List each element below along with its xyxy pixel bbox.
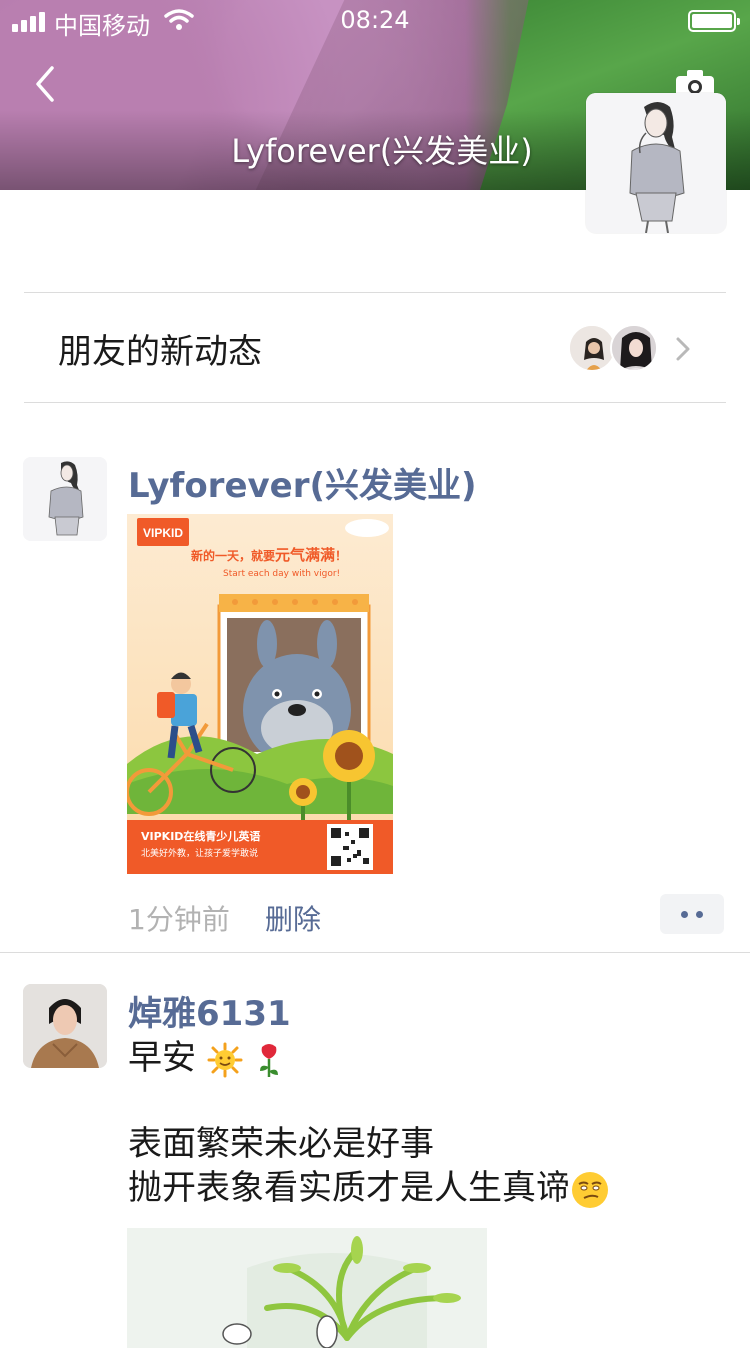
poster-headline-en: Start each day with vigor! [223, 569, 340, 579]
post-1-delete-link[interactable]: 删除 [265, 898, 321, 938]
post-separator [0, 952, 750, 953]
sun-emoji-icon [207, 1042, 243, 1077]
post-1-time: 1分钟前 [128, 903, 230, 936]
clock: 08:24 [340, 6, 410, 34]
status-bar: 中国移动 08:24 [0, 0, 750, 40]
poster-footer-line1: VIPKID在线青少儿英语 [141, 829, 260, 843]
svg-text:新的一天，就要元气满满！: 新的一天，就要元气满满！ [191, 546, 347, 564]
chevron-right-icon [676, 337, 690, 361]
back-chevron-icon[interactable] [30, 62, 60, 106]
friend-avatar-2 [610, 324, 658, 372]
post-2-line1: 早安 [128, 1036, 284, 1080]
friend-updates-label: 朋友的新动态 [58, 332, 262, 372]
poster-headline-end: ！ [335, 549, 347, 563]
post-2-line2: 表面繁荣未必是好事 [128, 1124, 434, 1164]
poster-brand-logo: VIPKID [143, 526, 183, 540]
rose-emoji-icon [259, 1043, 278, 1077]
post-2-avatar[interactable] [23, 984, 107, 1068]
poster-footer-line2: 北美好外教，让孩子爱学敢说 [141, 847, 258, 859]
post-2-line3: 抛开表象看实质才是人生真谛 [128, 1166, 610, 1210]
post-1-author[interactable]: Lyforever(兴发美业) [128, 458, 477, 507]
battery-icon [688, 10, 740, 32]
vipkid-ad-poster: VIPKID 新的一天，就要元气满满！ Start each day with … [127, 514, 393, 874]
post-1-image[interactable]: VIPKID 新的一天，就要元气满满！ Start each day with … [127, 514, 393, 874]
smirk-emoji-icon [572, 1171, 608, 1208]
more-dots-button[interactable] [660, 894, 724, 934]
post-2-line3-text: 抛开表象看实质才是人生真谛 [128, 1168, 570, 1208]
profile-avatar[interactable] [586, 93, 726, 233]
post-2-author[interactable]: 焯雅6131 [128, 986, 291, 1035]
friend-updates-row[interactable]: 朋友的新动态 [24, 294, 726, 402]
post-2-text-greeting: 早安 [128, 1038, 196, 1078]
poster-headline-b: 元气满满 [275, 546, 335, 564]
post-2-image[interactable] [127, 1228, 487, 1348]
plant-illustration [127, 1228, 487, 1348]
friend-avatar-1 [568, 324, 616, 372]
divider-top [24, 292, 726, 293]
poster-headline-a: 新的一天，就要 [191, 548, 275, 563]
sketch-girl-illustration [586, 93, 726, 233]
post-1-avatar[interactable] [23, 457, 107, 541]
divider-bottom [24, 402, 726, 403]
